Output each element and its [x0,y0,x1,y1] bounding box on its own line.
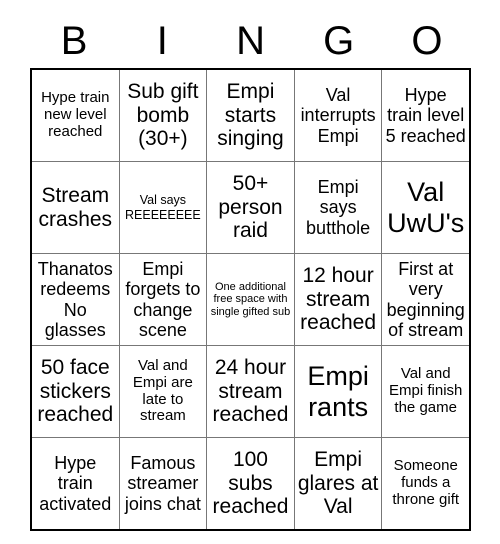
bingo-header-letter-o: O [411,19,443,63]
bingo-row: Stream crashes Val says REEEEEEEE 50+ pe… [31,161,470,254]
bingo-cell[interactable]: Val and Empi are late to stream [118,345,208,438]
bingo-card: B I N G O Hype train new level reached S… [30,14,471,531]
bingo-cell[interactable]: 50 face stickers reached [31,345,120,438]
bingo-cell[interactable]: Empi forgets to change scene [118,253,208,346]
bingo-cell[interactable]: Empi glares at Val [293,437,383,530]
bingo-cell[interactable]: Sub gift bomb (30+) [118,69,208,162]
bingo-cell[interactable]: Val UwU's [381,161,470,254]
bingo-cell[interactable]: 24 hour stream reached [206,345,295,438]
bingo-row: Thanatos redeems No glasses Empi forgets… [31,253,470,346]
bingo-header-letter-g: G [323,19,355,63]
bingo-cell[interactable]: 12 hour stream reached [293,253,383,346]
bingo-header-letter-b: B [60,19,88,63]
bingo-grid: Hype train new level reached Sub gift bo… [30,68,471,531]
bingo-cell[interactable]: Empi starts singing [206,69,295,162]
bingo-cell[interactable]: Val and Empi finish the game [381,345,470,438]
bingo-header-row: B I N G O [30,14,471,68]
bingo-row: Hype train new level reached Sub gift bo… [31,69,470,162]
bingo-cell[interactable]: Empi rants [293,345,383,438]
bingo-cell-free-space[interactable]: One additional free space with single gi… [206,253,295,346]
bingo-row: Hype train activated Famous streamer joi… [31,437,470,530]
bingo-cell[interactable]: Hype train level 5 reached [381,69,470,162]
bingo-row: 50 face stickers reached Val and Empi ar… [31,345,470,438]
bingo-cell[interactable]: Hype train activated [31,437,120,530]
bingo-cell[interactable]: Stream crashes [31,161,120,254]
bingo-header-letter-n: N [236,19,265,63]
bingo-cell[interactable]: Val says REEEEEEEE [118,161,208,254]
bingo-cell[interactable]: Hype train new level reached [31,69,120,162]
bingo-cell[interactable]: Someone funds a throne gift [381,437,470,530]
bingo-cell[interactable]: Empi says butthole [293,161,383,254]
bingo-cell[interactable]: First at very beginning of stream [381,253,470,346]
bingo-cell[interactable]: 50+ person raid [206,161,295,254]
bingo-cell[interactable]: Val interrupts Empi [293,69,383,162]
bingo-header-letter-i: I [156,19,168,63]
bingo-cell[interactable]: Thanatos redeems No glasses [31,253,120,346]
bingo-cell[interactable]: 100 subs reached [206,437,295,530]
bingo-cell[interactable]: Famous streamer joins chat [118,437,208,530]
